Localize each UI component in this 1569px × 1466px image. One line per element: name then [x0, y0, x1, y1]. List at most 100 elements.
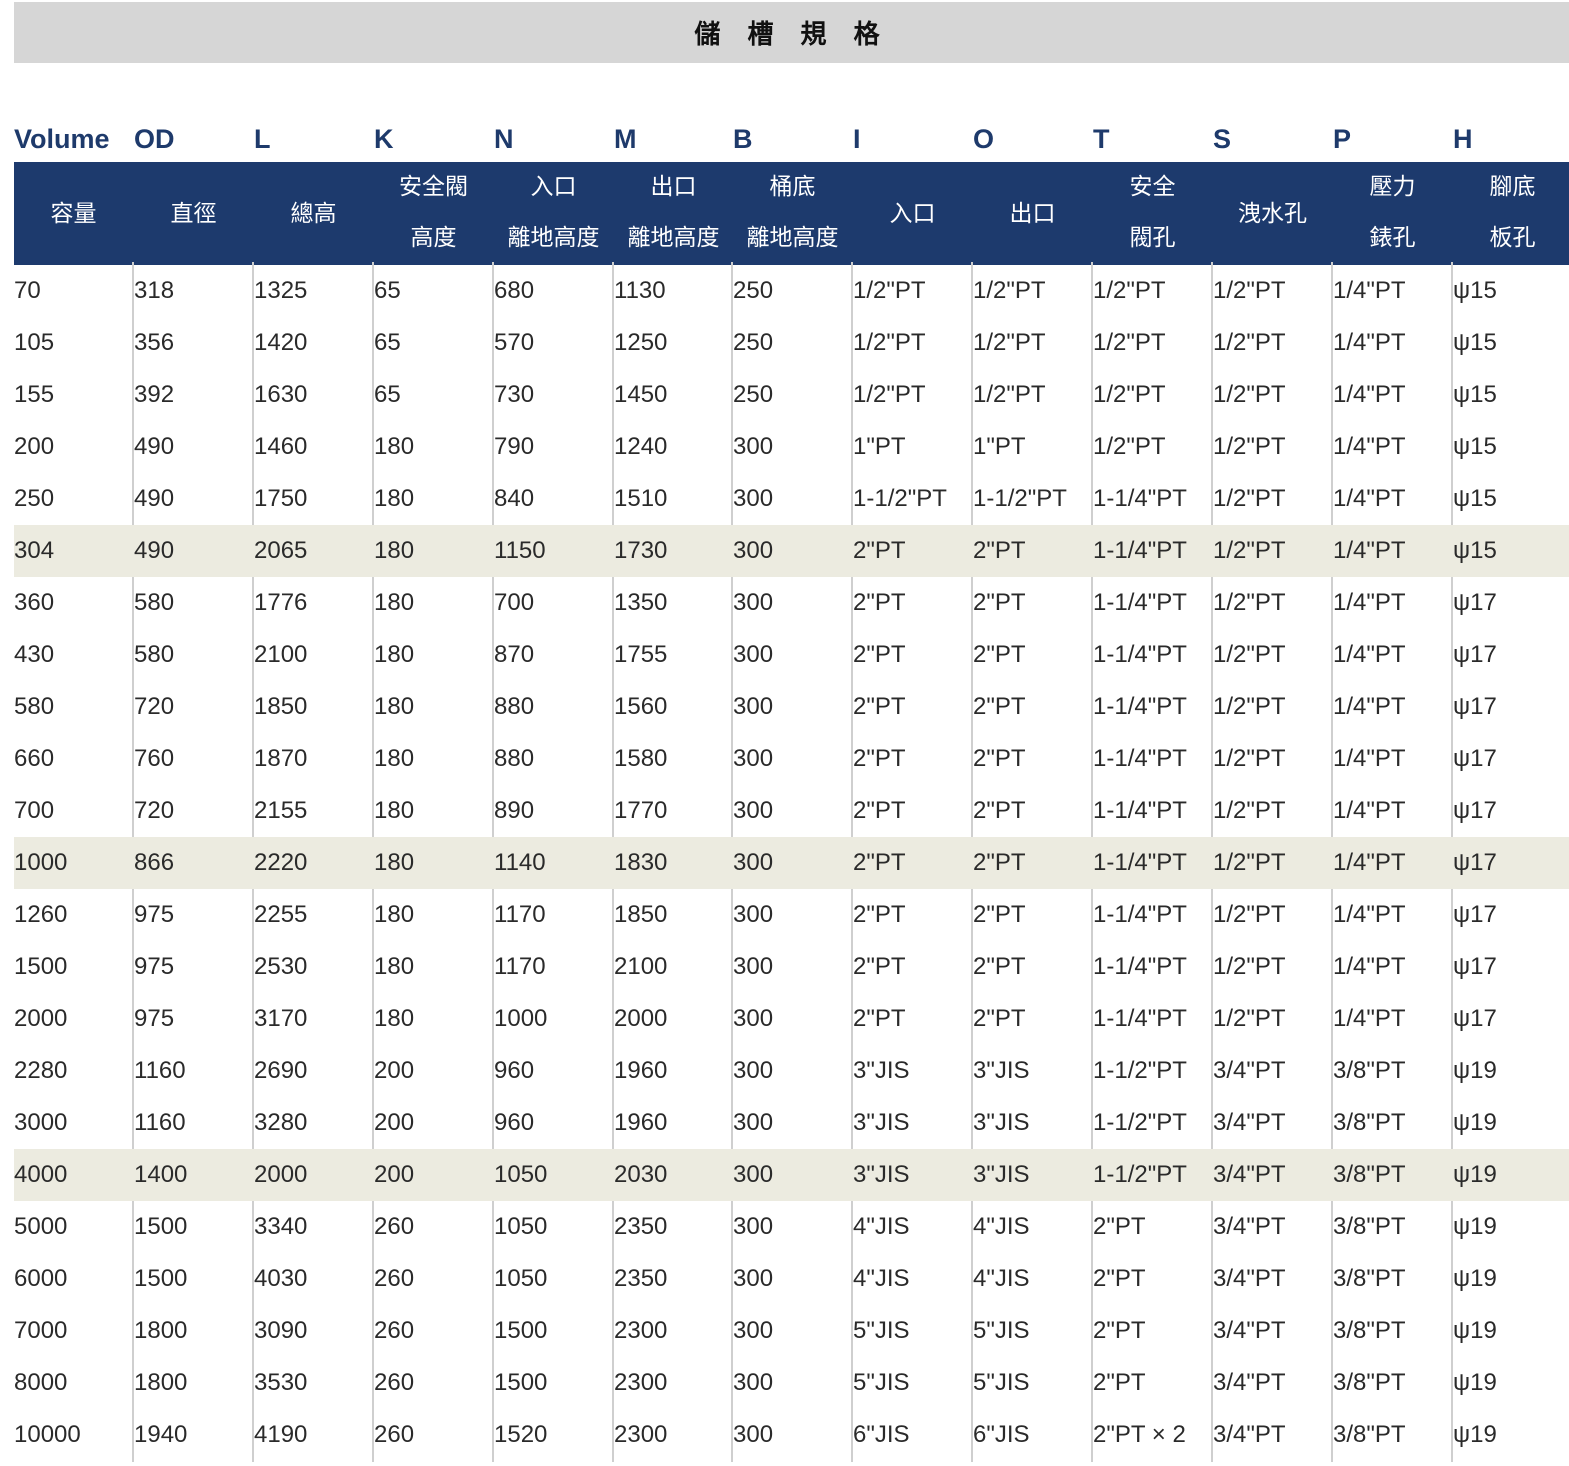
cell-volume: 3000 [14, 1109, 68, 1136]
cell-b: 300 [733, 1369, 774, 1396]
cell-o: 2"PT [973, 953, 1026, 980]
cell-s: 1/2"PT [1213, 277, 1286, 304]
cell-n: 890 [494, 797, 535, 824]
cell-volume: 1260 [14, 901, 68, 928]
cell-s: 3/4"PT [1213, 1421, 1286, 1448]
cell-m: 2300 [614, 1369, 668, 1396]
cell-t: 1/2"PT [1093, 433, 1166, 460]
cell-n: 880 [494, 745, 535, 772]
cell-l: 1776 [254, 589, 308, 616]
header-line2: 板孔 [1489, 225, 1536, 251]
cell-o: 4"JIS [973, 1213, 1030, 1240]
cell-s: 3/4"PT [1213, 1109, 1286, 1136]
cell-volume: 155 [14, 381, 55, 408]
cell-k: 200 [374, 1057, 415, 1084]
cell-s: 3/4"PT [1213, 1213, 1286, 1240]
table-row: 105 356 1420 65 570 1250 250 1/2"PT 1/2"PT 1/2"PT… [14, 317, 1569, 369]
cell-k: 200 [374, 1161, 415, 1188]
cell-m: 1250 [614, 329, 668, 356]
cell-t: 1-1/4"PT [1093, 693, 1187, 720]
cell-o: 3"JIS [973, 1109, 1030, 1136]
cell-i: 2"PT [853, 797, 906, 824]
cell-m: 1730 [614, 537, 668, 564]
title-bar: 儲 槽 規 格 [14, 2, 1569, 63]
cell-h: ψ17 [1453, 693, 1497, 720]
cell-i: 2"PT [853, 589, 906, 616]
cell-n: 680 [494, 277, 535, 304]
cell-o: 2"PT [973, 901, 1026, 928]
cell-p: 1/4"PT [1333, 537, 1406, 564]
cell-o: 1/2"PT [973, 381, 1046, 408]
cell-t: 1-1/4"PT [1093, 641, 1187, 668]
column-code-i: I [853, 124, 861, 154]
cell-o: 2"PT [973, 745, 1026, 772]
cell-l: 1870 [254, 745, 308, 772]
cell-i: 3"JIS [853, 1109, 910, 1136]
cell-p: 3/8"PT [1333, 1109, 1406, 1136]
header-line2: 錶孔 [1369, 225, 1416, 251]
cell-m: 1510 [614, 485, 668, 512]
cell-h: ψ15 [1453, 485, 1497, 512]
table-row: 660 760 1870 180 880 1580 300 2"PT 2"PT 1-1/4"PT 1… [14, 733, 1569, 785]
cell-volume: 4000 [14, 1161, 68, 1188]
table-row: 3000 1160 3280 200 960 1960 300 3"JIS 3"JIS 1-1/2… [14, 1097, 1569, 1149]
cell-b: 300 [733, 1265, 774, 1292]
cell-i: 1/2"PT [853, 381, 926, 408]
table-row: 250 490 1750 180 840 1510 300 1-1/2"PT 1-1/2"PT 1… [14, 473, 1569, 525]
cell-s: 1/2"PT [1213, 901, 1286, 928]
cell-m: 1350 [614, 589, 668, 616]
cell-volume: 1000 [14, 849, 68, 876]
cell-volume: 6000 [14, 1265, 68, 1292]
cell-b: 300 [733, 1161, 774, 1188]
cell-l: 1850 [254, 693, 308, 720]
cell-m: 1960 [614, 1057, 668, 1084]
cell-t: 1-1/4"PT [1093, 953, 1187, 980]
cell-volume: 105 [14, 329, 55, 356]
header-line1: 出口 [650, 174, 697, 200]
cell-b: 300 [733, 1317, 774, 1344]
cell-k: 180 [374, 693, 415, 720]
cell-s: 1/2"PT [1213, 485, 1286, 512]
cell-b: 300 [733, 433, 774, 460]
cell-k: 180 [374, 797, 415, 824]
header-line1: 安全 [1129, 174, 1176, 200]
cell-od: 580 [134, 641, 175, 668]
cell-p: 1/4"PT [1333, 329, 1406, 356]
cell-m: 1850 [614, 901, 668, 928]
table-header: 容量 直徑 總高 安全閥 高度 入口 離地高度 出口 離地高度 桶底 離地高度 入口 出口 安全 閥孔 洩水孔… [14, 162, 1569, 265]
cell-l: 1630 [254, 381, 308, 408]
cell-s: 1/2"PT [1213, 329, 1286, 356]
cell-t: 1-1/2"PT [1093, 1057, 1187, 1084]
cell-b: 250 [733, 277, 774, 304]
cell-od: 1940 [134, 1421, 188, 1448]
cell-h: ψ15 [1453, 433, 1497, 460]
cell-p: 1/4"PT [1333, 1005, 1406, 1032]
cell-i: 2"PT [853, 537, 906, 564]
cell-p: 1/4"PT [1333, 797, 1406, 824]
cell-volume: 304 [14, 537, 55, 564]
cell-od: 392 [134, 381, 175, 408]
cell-b: 300 [733, 693, 774, 720]
cell-o: 2"PT [973, 537, 1026, 564]
cell-k: 180 [374, 849, 415, 876]
cell-i: 1"PT [853, 433, 906, 460]
cell-o: 5"JIS [973, 1317, 1030, 1344]
cell-i: 1-1/2"PT [853, 485, 947, 512]
column-header-p: 壓力 錶孔 [1333, 162, 1452, 265]
cell-i: 1/2"PT [853, 277, 926, 304]
header-line1: 腳底 [1489, 174, 1536, 200]
cell-n: 1050 [494, 1265, 548, 1292]
cell-i: 3"JIS [853, 1057, 910, 1084]
cell-o: 2"PT [973, 1005, 1026, 1032]
cell-s: 1/2"PT [1213, 693, 1286, 720]
header-line2: 離地高度 [507, 225, 600, 251]
cell-b: 300 [733, 485, 774, 512]
cell-b: 300 [733, 641, 774, 668]
cell-n: 730 [494, 381, 535, 408]
table-row: 10000 1940 4190 260 1520 2300 300 6"JIS 6"JIS 2"P… [14, 1409, 1569, 1461]
cell-od: 1160 [134, 1109, 186, 1136]
cell-k: 180 [374, 953, 415, 980]
cell-h: ψ19 [1453, 1161, 1497, 1188]
table-row: 1260 975 2255 180 1170 1850 300 2"PT 2"PT 1-1/4"P… [14, 889, 1569, 941]
cell-s: 3/4"PT [1213, 1057, 1286, 1084]
